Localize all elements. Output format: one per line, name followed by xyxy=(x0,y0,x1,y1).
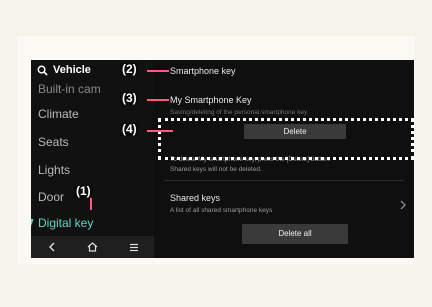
callout-3-line xyxy=(147,99,169,101)
menu-button[interactable] xyxy=(124,239,144,255)
divider xyxy=(164,180,404,181)
shared-keys-title: Shared keys xyxy=(170,193,221,203)
shared-keys-subtitle: A list of all shared smartphone keys xyxy=(170,207,273,214)
sidebar: Vehicle Built-in cam Climate Seats Light… xyxy=(31,60,154,258)
delete-all-button[interactable]: Delete all xyxy=(242,224,348,244)
callout-1: (1) xyxy=(74,184,93,198)
sidebar-item-digital-key[interactable]: Digital key xyxy=(38,216,93,230)
menu-icon xyxy=(129,243,138,251)
my-key-subtitle: Saving/deleting of the personal smartpho… xyxy=(170,109,308,116)
callout-4-line xyxy=(147,130,173,132)
back-button[interactable] xyxy=(42,239,62,255)
sidebar-item-lights[interactable]: Lights xyxy=(38,163,70,177)
search-icon xyxy=(37,65,48,76)
sidebar-item-door[interactable]: Door xyxy=(38,190,64,204)
sidebar-header-label: Vehicle xyxy=(53,64,91,76)
sidebar-item-built-in-cam[interactable]: Built-in cam xyxy=(38,82,101,96)
bottom-navbar xyxy=(31,236,154,258)
page-title: Smartphone key xyxy=(170,66,236,76)
callout-4: (4) xyxy=(120,122,139,136)
callout-2-line xyxy=(147,70,169,72)
back-icon xyxy=(48,242,54,252)
home-icon xyxy=(87,242,98,252)
callout-3: (3) xyxy=(120,91,139,105)
delete-note-line2: Shared keys will not be deleted. xyxy=(170,166,262,173)
sidebar-header[interactable]: Vehicle xyxy=(37,64,91,76)
sidebar-item-seats[interactable]: Seats xyxy=(38,135,69,149)
sidebar-item-climate[interactable]: Climate xyxy=(38,107,79,121)
callout-1-line xyxy=(90,198,92,210)
highlight-box xyxy=(158,118,414,160)
my-key-title: My Smartphone Key xyxy=(170,95,252,105)
callout-2: (2) xyxy=(120,62,139,76)
home-button[interactable] xyxy=(83,239,103,255)
chevron-right-icon[interactable] xyxy=(398,200,408,210)
